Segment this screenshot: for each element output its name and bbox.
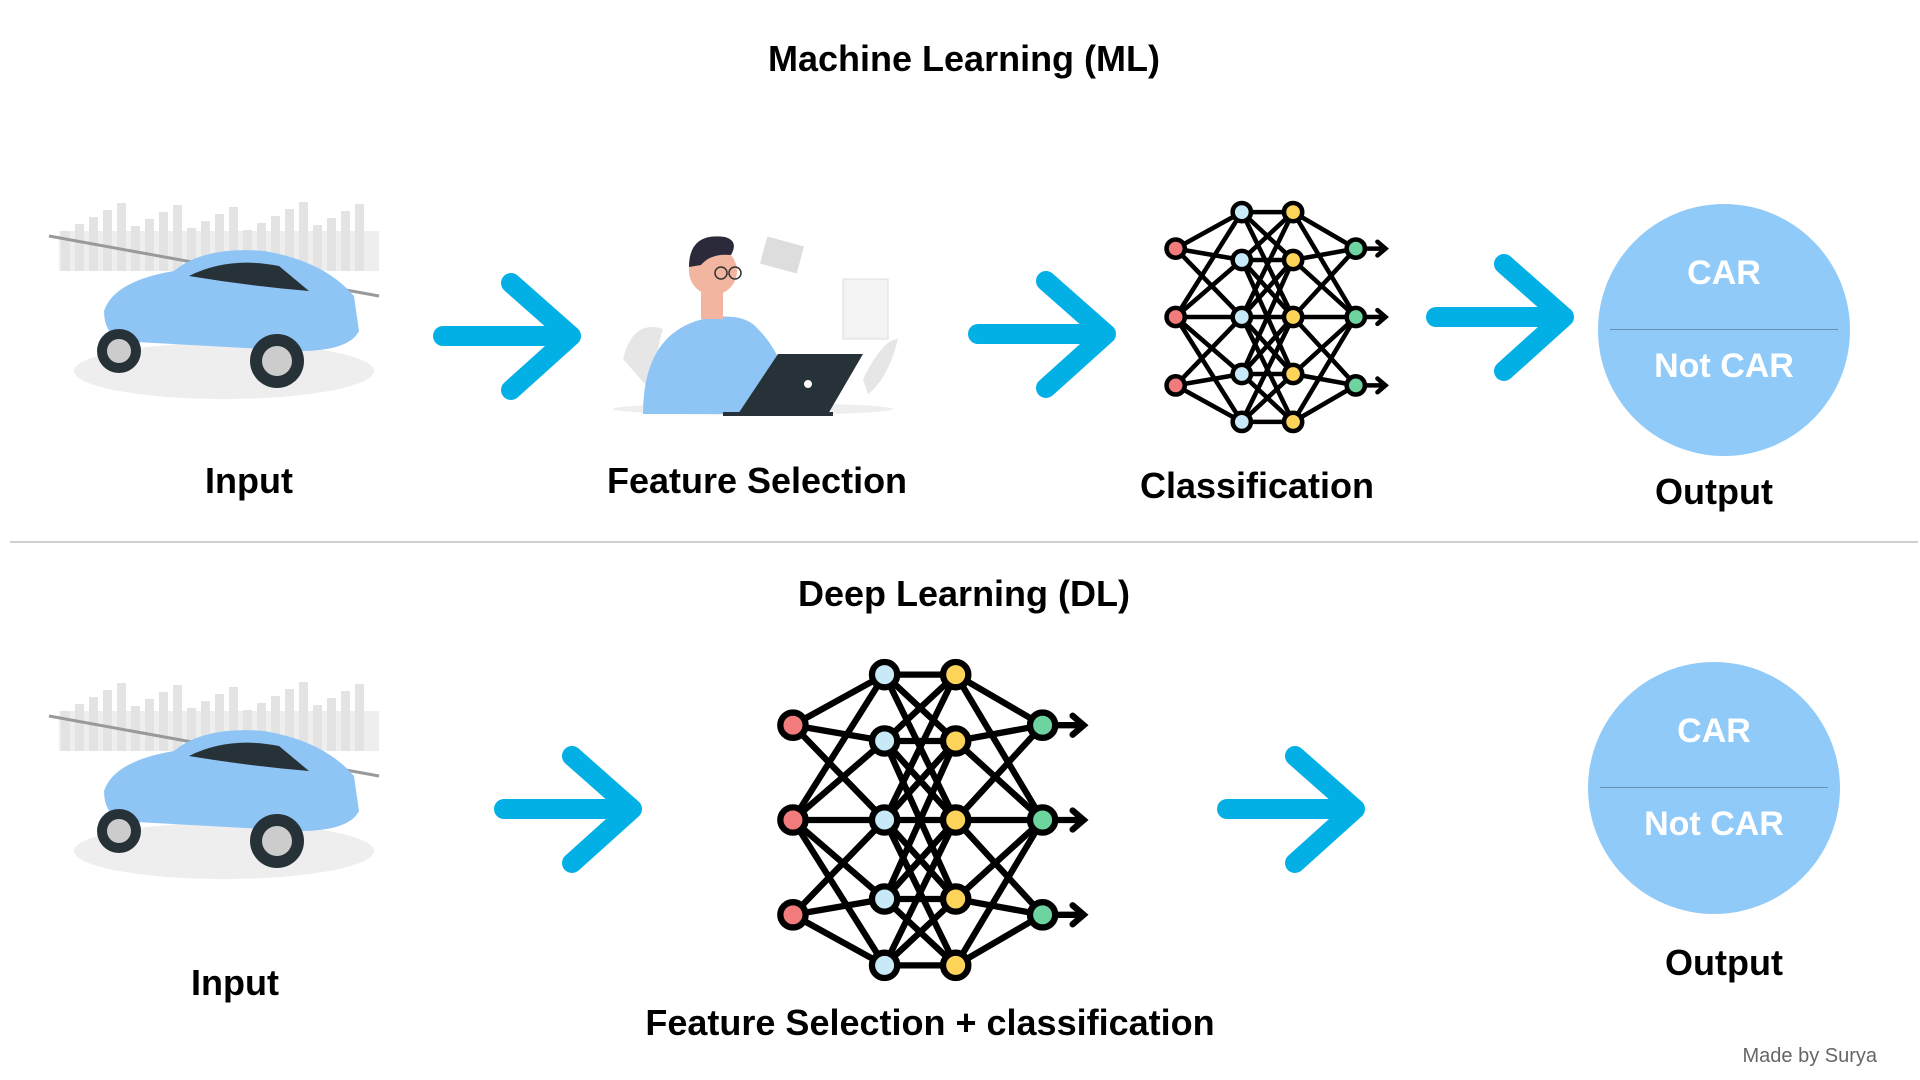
neural-network-icon bbox=[1164, 200, 1389, 434]
arrow-shape bbox=[433, 273, 581, 400]
dl-output-circle: CAR Not CAR bbox=[1588, 662, 1840, 914]
building bbox=[103, 690, 112, 751]
neuron-node bbox=[777, 899, 809, 931]
car-rim bbox=[262, 346, 292, 376]
neuron-node bbox=[1344, 305, 1368, 329]
dl-title: Deep Learning (DL) bbox=[797, 573, 1131, 614]
building bbox=[145, 699, 154, 751]
neuron-node bbox=[1230, 305, 1254, 329]
neuron-node bbox=[939, 725, 972, 757]
neuron-node bbox=[1344, 374, 1368, 397]
building bbox=[131, 226, 140, 271]
building bbox=[117, 683, 126, 751]
building bbox=[131, 706, 140, 751]
arrow-right-icon bbox=[1426, 254, 1574, 381]
neuron-node bbox=[939, 804, 972, 836]
dl-combined-label: Feature Selection + classification bbox=[645, 1002, 1215, 1043]
car-rim bbox=[107, 819, 131, 843]
neuron-node bbox=[777, 709, 809, 741]
building bbox=[159, 692, 168, 751]
neuron-node bbox=[1230, 410, 1254, 434]
output-option-not-car: Not CAR bbox=[1644, 805, 1784, 843]
car-rim bbox=[107, 339, 131, 363]
arrow-shape bbox=[494, 746, 642, 873]
ml-input-label: Input bbox=[205, 460, 293, 501]
dl-input-label: Input bbox=[191, 962, 279, 1003]
neuron-node bbox=[868, 804, 901, 836]
building bbox=[75, 224, 84, 271]
ml-title: Machine Learning (ML) bbox=[767, 38, 1161, 79]
building bbox=[327, 698, 336, 751]
car-rim bbox=[262, 826, 292, 856]
building bbox=[159, 212, 168, 271]
building bbox=[341, 691, 350, 751]
car-illustration bbox=[48, 682, 380, 879]
ml-output-label: Output bbox=[1655, 471, 1773, 512]
building bbox=[75, 704, 84, 751]
neuron-node bbox=[1164, 305, 1188, 329]
neuron-node bbox=[1026, 709, 1059, 741]
neuron-node bbox=[1281, 362, 1305, 386]
neuron-node bbox=[868, 883, 901, 915]
neuron-node bbox=[777, 804, 809, 836]
neuron-node bbox=[868, 949, 901, 982]
neuron-node bbox=[1281, 410, 1305, 434]
person-laptop-illustration bbox=[613, 236, 898, 416]
ml-feature-selection-label: Feature Selection bbox=[606, 460, 908, 501]
neuron-node bbox=[1026, 899, 1059, 931]
output-option-car: CAR bbox=[1677, 712, 1751, 750]
neuron-node bbox=[1230, 362, 1254, 386]
neuron-node bbox=[1164, 374, 1188, 397]
ml-output-circle: CAR Not CAR bbox=[1598, 204, 1850, 456]
building bbox=[145, 219, 154, 271]
arrow-shape bbox=[1217, 746, 1365, 873]
neuron-node bbox=[1281, 305, 1305, 329]
building bbox=[341, 211, 350, 271]
neuron-node bbox=[1281, 248, 1305, 272]
arrow-shape bbox=[968, 271, 1116, 398]
building bbox=[313, 225, 322, 271]
neuron-node bbox=[1281, 200, 1305, 224]
arrow-right-icon bbox=[433, 273, 581, 400]
credit-text: Made by Surya bbox=[1742, 1045, 1877, 1067]
neuron-node bbox=[1026, 804, 1059, 836]
dl-output-label: Output bbox=[1665, 942, 1783, 983]
output-option-not-car: Not CAR bbox=[1654, 347, 1794, 385]
output-divider bbox=[1600, 787, 1828, 788]
car-illustration bbox=[48, 202, 380, 399]
neuron-node bbox=[1344, 237, 1368, 260]
neuron-node bbox=[1230, 248, 1254, 272]
neuron-node bbox=[1164, 237, 1188, 260]
neuron-node bbox=[939, 883, 972, 915]
building bbox=[313, 705, 322, 751]
neuron-node bbox=[939, 949, 972, 982]
output-divider bbox=[1610, 329, 1838, 330]
output-option-car: CAR bbox=[1687, 254, 1761, 292]
ml-classification-label: Classification bbox=[1139, 465, 1375, 506]
neuron-node bbox=[1230, 200, 1254, 224]
section-divider bbox=[10, 541, 1918, 543]
arrow-shape bbox=[1426, 254, 1574, 381]
arrow-right-icon bbox=[968, 271, 1116, 398]
building bbox=[327, 218, 336, 271]
arrow-right-icon bbox=[494, 746, 642, 873]
building bbox=[355, 684, 364, 751]
neuron-node bbox=[868, 725, 901, 757]
neural-network-icon bbox=[777, 658, 1089, 982]
building bbox=[117, 203, 126, 271]
building bbox=[355, 204, 364, 271]
arrow-right-icon bbox=[1217, 746, 1365, 873]
neuron-node bbox=[939, 658, 972, 691]
building bbox=[103, 210, 112, 271]
neuron-node bbox=[868, 658, 901, 691]
